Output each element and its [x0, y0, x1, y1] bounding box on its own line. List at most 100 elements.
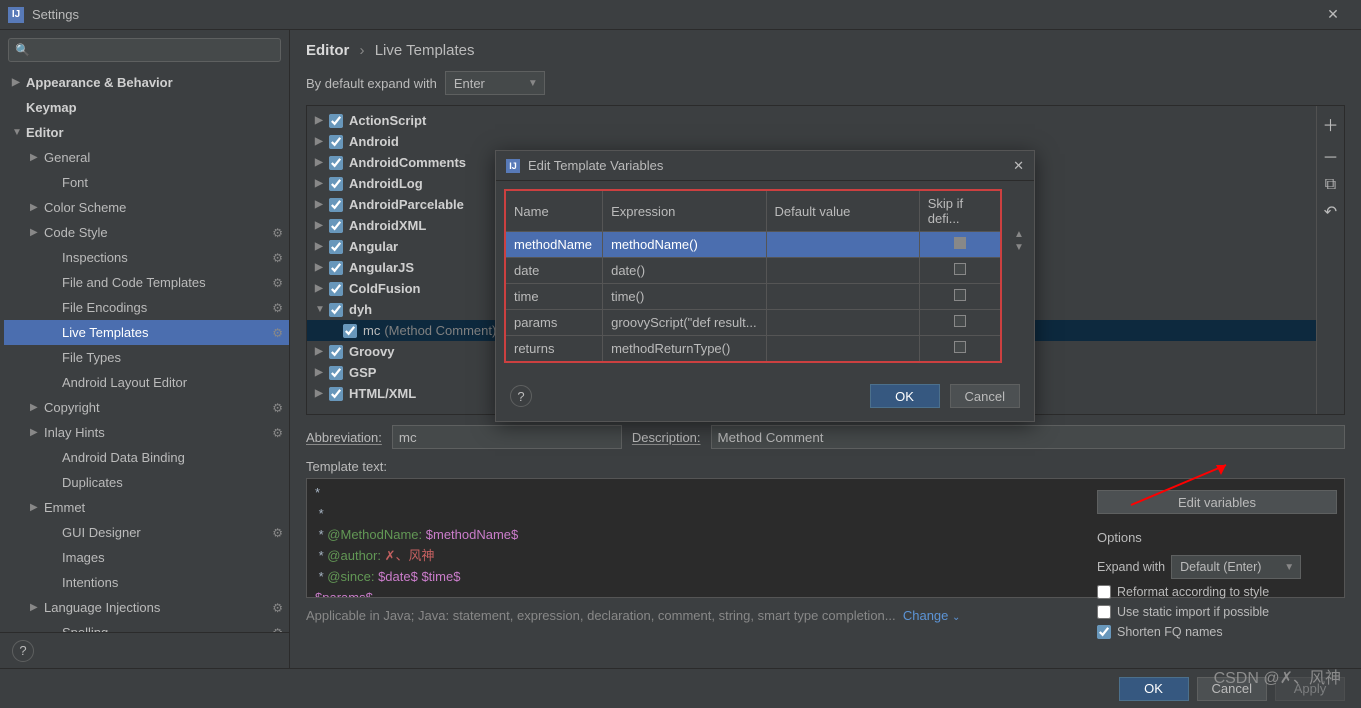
- tree-arrow-icon: ▶: [30, 502, 44, 513]
- template-group[interactable]: ▶ActionScript: [307, 110, 1316, 131]
- add-button[interactable]: ＋: [1322, 112, 1338, 136]
- group-checkbox[interactable]: [329, 135, 343, 149]
- group-checkbox[interactable]: [329, 156, 343, 170]
- variable-row[interactable]: returnsmethodReturnType(): [505, 336, 1001, 363]
- sidebar-item[interactable]: ▶General: [4, 145, 289, 170]
- search-field[interactable]: [34, 43, 274, 58]
- help-icon[interactable]: ?: [510, 385, 532, 407]
- var-default[interactable]: [766, 258, 919, 284]
- variable-row[interactable]: datedate(): [505, 258, 1001, 284]
- sidebar-item[interactable]: Images: [4, 545, 289, 570]
- sidebar-item[interactable]: ▶Language Injections⚙: [4, 595, 289, 620]
- variable-row[interactable]: paramsgroovyScript("def result...: [505, 310, 1001, 336]
- group-checkbox[interactable]: [329, 261, 343, 275]
- modal-cancel-button[interactable]: Cancel: [950, 384, 1020, 408]
- close-icon[interactable]: ✕: [1313, 6, 1353, 23]
- sidebar-item[interactable]: Live Templates⚙: [4, 320, 289, 345]
- sidebar-item[interactable]: ▼Editor: [4, 120, 289, 145]
- group-checkbox[interactable]: [329, 198, 343, 212]
- checkbox-icon[interactable]: [954, 289, 966, 301]
- sidebar-item[interactable]: Duplicates: [4, 470, 289, 495]
- group-checkbox[interactable]: [329, 114, 343, 128]
- sidebar-item[interactable]: Font: [4, 170, 289, 195]
- sidebar-item[interactable]: ▶Emmet: [4, 495, 289, 520]
- var-name[interactable]: methodName: [505, 232, 603, 258]
- variable-row[interactable]: methodNamemethodName(): [505, 232, 1001, 258]
- var-skip[interactable]: [919, 284, 1001, 310]
- option-expand-with-label: Expand with: [1097, 560, 1165, 574]
- template-checkbox[interactable]: [343, 324, 357, 338]
- var-name[interactable]: returns: [505, 336, 603, 363]
- sidebar-item[interactable]: ▶Code Style⚙: [4, 220, 289, 245]
- var-default[interactable]: [766, 284, 919, 310]
- group-checkbox[interactable]: [329, 303, 343, 317]
- help-icon[interactable]: ?: [12, 640, 34, 662]
- sidebar-item[interactable]: Android Data Binding: [4, 445, 289, 470]
- checkbox-icon[interactable]: [954, 237, 966, 249]
- sidebar-item[interactable]: ▶Copyright⚙: [4, 395, 289, 420]
- change-context-link[interactable]: Change ⌄: [903, 608, 961, 623]
- var-expression[interactable]: groovyScript("def result...: [603, 310, 766, 336]
- var-name[interactable]: date: [505, 258, 603, 284]
- settings-tree[interactable]: ▶Appearance & BehaviorKeymap▼Editor▶Gene…: [0, 70, 289, 632]
- close-icon[interactable]: ✕: [1013, 158, 1024, 174]
- sidebar-item[interactable]: Inspections⚙: [4, 245, 289, 270]
- sidebar-item[interactable]: ▶Inlay Hints⚙: [4, 420, 289, 445]
- group-checkbox[interactable]: [329, 345, 343, 359]
- sidebar-item[interactable]: ▶Color Scheme: [4, 195, 289, 220]
- undo-button[interactable]: ↶: [1324, 202, 1337, 222]
- desc-input[interactable]: [711, 425, 1345, 449]
- sidebar-item[interactable]: File and Code Templates⚙: [4, 270, 289, 295]
- modal-ok-button[interactable]: OK: [870, 384, 940, 408]
- move-up-icon[interactable]: ▲: [1014, 229, 1024, 240]
- tree-arrow-icon: ▶: [315, 283, 329, 294]
- group-checkbox[interactable]: [329, 366, 343, 380]
- checkbox-icon[interactable]: [954, 263, 966, 275]
- ok-button[interactable]: OK: [1119, 677, 1189, 701]
- var-skip[interactable]: [919, 336, 1001, 363]
- var-skip[interactable]: [919, 310, 1001, 336]
- var-expression[interactable]: date(): [603, 258, 766, 284]
- move-down-icon[interactable]: ▼: [1014, 242, 1024, 253]
- checkbox-icon[interactable]: [954, 315, 966, 327]
- group-checkbox[interactable]: [329, 282, 343, 296]
- group-checkbox[interactable]: [329, 219, 343, 233]
- var-expression[interactable]: time(): [603, 284, 766, 310]
- var-name[interactable]: params: [505, 310, 603, 336]
- var-skip[interactable]: [919, 232, 1001, 258]
- sidebar-item[interactable]: GUI Designer⚙: [4, 520, 289, 545]
- template-group[interactable]: ▶Android: [307, 131, 1316, 152]
- var-skip[interactable]: [919, 258, 1001, 284]
- option-expand-with-combo[interactable]: Default (Enter) ▼: [1171, 555, 1301, 579]
- expand-with-combo[interactable]: Enter ▼: [445, 71, 545, 95]
- reformat-checkbox[interactable]: [1097, 585, 1111, 599]
- sidebar-item[interactable]: Intentions: [4, 570, 289, 595]
- group-checkbox[interactable]: [329, 177, 343, 191]
- variable-row[interactable]: timetime(): [505, 284, 1001, 310]
- copy-button[interactable]: ⧉: [1325, 176, 1336, 194]
- sidebar-item[interactable]: ▶Appearance & Behavior: [4, 70, 289, 95]
- sidebar-item[interactable]: Android Layout Editor: [4, 370, 289, 395]
- checkbox-icon[interactable]: [954, 341, 966, 353]
- group-checkbox[interactable]: [329, 240, 343, 254]
- shorten-fq-checkbox[interactable]: [1097, 625, 1111, 639]
- var-expression[interactable]: methodReturnType(): [603, 336, 766, 363]
- sidebar-item[interactable]: File Encodings⚙: [4, 295, 289, 320]
- abbrev-input[interactable]: [392, 425, 622, 449]
- sidebar-item[interactable]: Spelling⚙: [4, 620, 289, 632]
- expand-with-label: By default expand with: [306, 76, 437, 91]
- search-input[interactable]: 🔍: [8, 38, 281, 62]
- var-name[interactable]: time: [505, 284, 603, 310]
- sidebar-item[interactable]: Keymap: [4, 95, 289, 120]
- static-import-checkbox[interactable]: [1097, 605, 1111, 619]
- var-default[interactable]: [766, 336, 919, 363]
- var-expression[interactable]: methodName(): [603, 232, 766, 258]
- remove-button[interactable]: －: [1322, 144, 1338, 168]
- group-checkbox[interactable]: [329, 387, 343, 401]
- variables-table[interactable]: Name Expression Default value Skip if de…: [504, 189, 1002, 363]
- breadcrumb-leaf: Live Templates: [375, 42, 475, 59]
- edit-variables-button[interactable]: Edit variables: [1097, 490, 1337, 514]
- sidebar-item[interactable]: File Types: [4, 345, 289, 370]
- var-default[interactable]: [766, 232, 919, 258]
- var-default[interactable]: [766, 310, 919, 336]
